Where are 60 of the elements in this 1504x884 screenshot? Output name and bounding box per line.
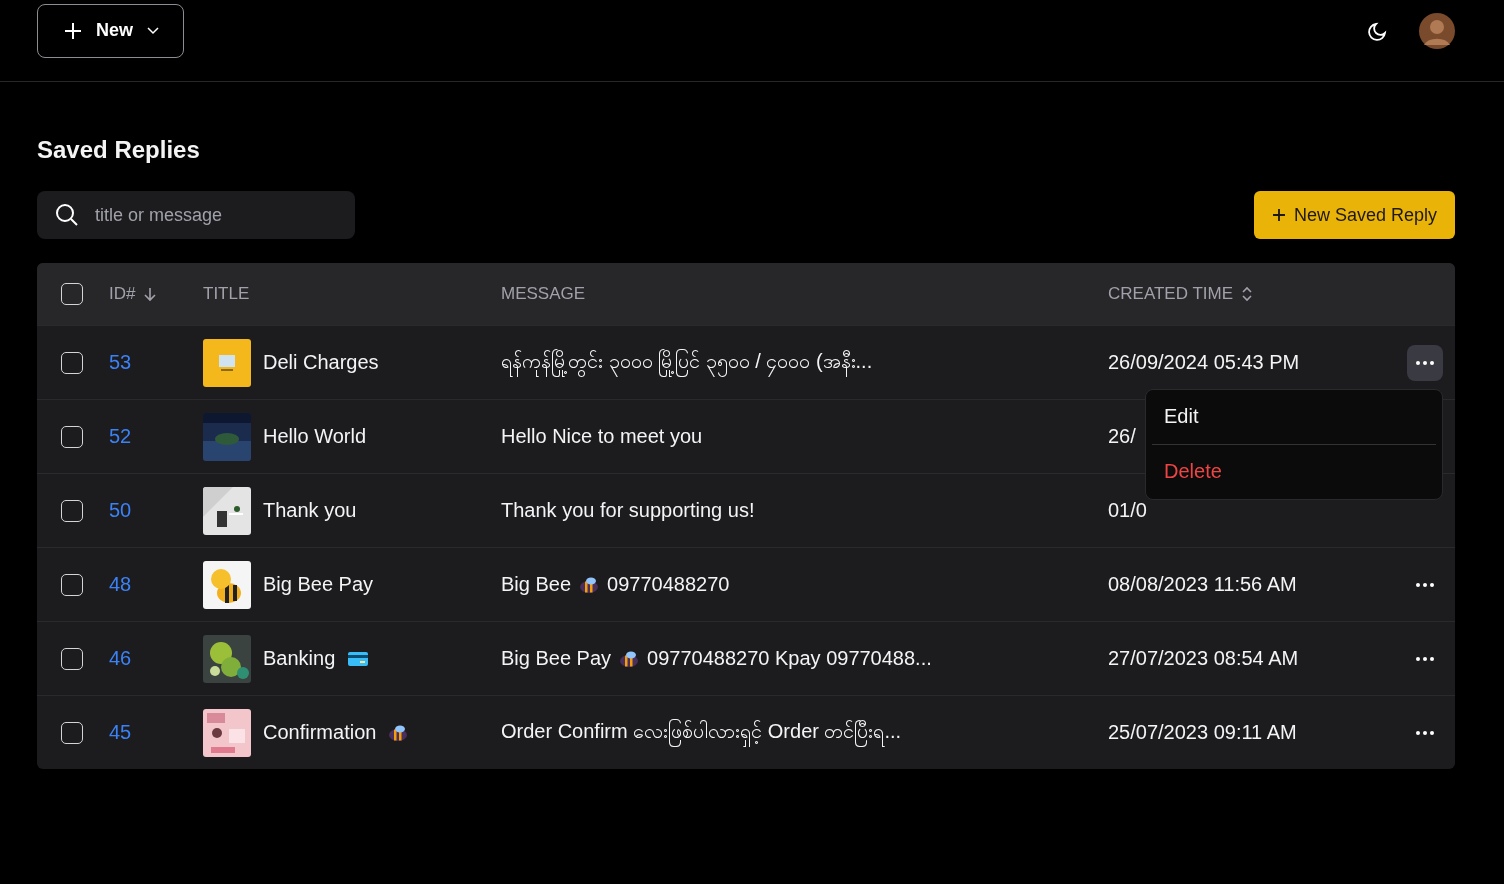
plus-icon — [64, 21, 82, 40]
row-checkbox[interactable] — [61, 425, 83, 448]
reply-title: Deli Charges — [263, 351, 379, 374]
created-time: 01/0 — [1108, 499, 1148, 522]
menu-item[interactable]: Edit — [1152, 389, 1436, 444]
column-header[interactable]: CREATED TIME — [1108, 284, 1233, 304]
sort-down-icon[interactable] — [143, 286, 158, 302]
created-time: 26/ — [1108, 425, 1137, 448]
message-text: 09770488270 — [607, 573, 730, 596]
message-text: Hello Nice to meet you — [501, 425, 703, 448]
more-button[interactable] — [1407, 344, 1443, 381]
more-icon — [1416, 582, 1434, 587]
chevron-down-icon — [147, 26, 159, 35]
id-link[interactable]: 48 — [109, 573, 203, 596]
menu-item[interactable]: Delete — [1152, 444, 1436, 499]
created-time: 26/09/2024 05:43 PM — [1108, 351, 1301, 374]
reply-title: Banking — [263, 647, 336, 670]
reply-title: Big Bee Pay — [263, 573, 374, 596]
more-icon — [1416, 730, 1434, 735]
bee-icon — [388, 724, 409, 741]
message-text: Big Bee — [501, 573, 572, 596]
row-checkbox[interactable] — [61, 573, 83, 596]
message-text: ရန်ကုန်မြို့တွင်း ၃၀၀၀ မြို့ပြင် ၃၅၀၀ / ၄၀၀၀ (အနီး... — [501, 347, 873, 378]
new-button[interactable]: New — [37, 3, 184, 58]
select-all-checkbox[interactable] — [61, 283, 83, 305]
id-link[interactable]: 53 — [109, 351, 203, 374]
id-link[interactable]: 46 — [109, 647, 203, 670]
bee-icon — [579, 576, 600, 593]
search-field[interactable]: title or message — [37, 191, 355, 239]
column-header[interactable]: ID# — [109, 284, 136, 304]
plus-icon — [1271, 208, 1286, 222]
search-input[interactable]: title or message — [93, 203, 327, 227]
bee-icon — [619, 650, 640, 667]
row-checkbox[interactable] — [61, 721, 83, 744]
sort-icon[interactable] — [1241, 285, 1253, 303]
credit-card-icon — [347, 650, 370, 667]
id-link[interactable]: 52 — [109, 425, 203, 448]
more-icon — [1416, 656, 1434, 661]
reply-title: Thank you — [263, 499, 357, 522]
row-checkbox[interactable] — [61, 351, 83, 374]
message-text: Order Confirm လေးဖြစ်ပါလားရှင့် Order တင်ပြီးရ... — [501, 717, 902, 748]
avatar[interactable] — [1419, 12, 1455, 49]
reply-title: Hello World — [263, 425, 366, 448]
created-time: 08/08/2023 11:56 AM — [1108, 573, 1298, 596]
page-title: Saved Replies — [37, 136, 201, 164]
id-link[interactable]: 50 — [109, 499, 203, 522]
column-header[interactable]: TITLE — [203, 284, 250, 304]
id-link[interactable]: 45 — [109, 721, 203, 744]
message-text: Thank you for supporting us! — [501, 499, 755, 522]
message-text: Big Bee Pay — [501, 647, 612, 670]
new-saved-reply-button[interactable]: New Saved Reply — [1253, 191, 1455, 239]
more-icon — [1416, 360, 1434, 365]
row-checkbox[interactable] — [61, 647, 83, 670]
column-header[interactable]: MESSAGE — [501, 284, 586, 304]
search-icon — [55, 203, 79, 227]
reply-title: Confirmation — [263, 721, 377, 744]
message-text: 09770488270 Kpay 09770488... — [647, 647, 932, 670]
created-time: 25/07/2023 09:11 AM — [1108, 721, 1298, 744]
created-time: 27/07/2023 08:54 AM — [1108, 647, 1300, 670]
row-checkbox[interactable] — [61, 499, 83, 522]
